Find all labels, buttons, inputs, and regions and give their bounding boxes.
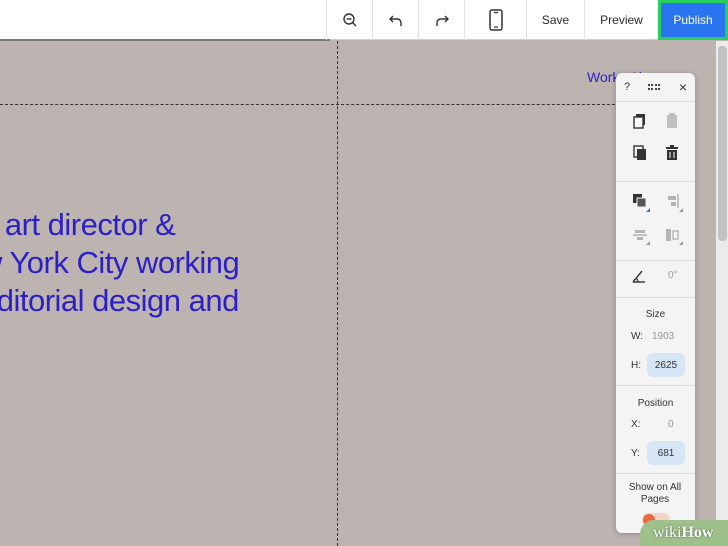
divider xyxy=(616,101,695,102)
y-field[interactable]: 681 xyxy=(647,441,685,465)
drag-handle-icon[interactable] xyxy=(648,84,661,90)
position-heading: Position xyxy=(637,398,674,409)
show-on-all-pages-label: Show on All Pages xyxy=(628,482,682,505)
size-heading: Size xyxy=(645,309,666,320)
divider xyxy=(616,473,695,474)
trash-icon[interactable] xyxy=(663,144,681,162)
divider xyxy=(616,297,695,298)
top-toolbar: Save Preview Publish xyxy=(0,0,728,41)
hero-text[interactable]: n art director & w York City working edi… xyxy=(0,206,280,320)
help-button[interactable]: ? xyxy=(624,81,630,93)
gridline-horizontal xyxy=(0,104,620,105)
publish-button[interactable]: Publish xyxy=(658,0,728,40)
divider xyxy=(616,260,695,261)
dropdown-corner xyxy=(646,208,650,212)
gridline-vertical xyxy=(337,41,338,546)
undo-button[interactable] xyxy=(372,0,418,40)
rotation-value[interactable]: 0° xyxy=(668,270,678,281)
hero-line: w York City working xyxy=(0,245,240,280)
dropdown-corner xyxy=(679,241,683,245)
zoom-out-button[interactable] xyxy=(326,0,372,40)
duplicate-icon[interactable] xyxy=(631,144,649,162)
redo-button[interactable] xyxy=(418,0,464,40)
y-label: Y: xyxy=(631,448,640,459)
editor-window: Save Preview Publish WorkAbout n art dir… xyxy=(0,0,728,546)
zoom-out-icon xyxy=(342,13,356,27)
x-label: X: xyxy=(631,419,641,430)
undo-icon xyxy=(388,15,402,26)
width-label: W: xyxy=(631,331,644,342)
scrollbar-thumb[interactable] xyxy=(718,46,727,241)
hero-line: editorial design and xyxy=(0,283,239,318)
save-button[interactable]: Save xyxy=(526,0,584,40)
mobile-view-button[interactable] xyxy=(464,0,526,40)
close-button[interactable]: × xyxy=(679,79,687,95)
mobile-icon xyxy=(488,9,503,31)
preview-button[interactable]: Preview xyxy=(584,0,658,40)
nav-link-work[interactable]: Work xyxy=(587,69,619,85)
copy-icon[interactable] xyxy=(631,112,649,130)
panel-header: ? × xyxy=(616,73,695,101)
redo-icon xyxy=(435,15,449,26)
paste-icon[interactable] xyxy=(663,112,681,130)
divider xyxy=(616,181,695,182)
height-field[interactable]: 2625 xyxy=(647,353,685,377)
wikihow-watermark: wikiHow xyxy=(653,524,714,541)
dropdown-corner xyxy=(646,241,650,245)
width-value[interactable]: 1903 xyxy=(652,331,674,342)
height-label: H: xyxy=(631,360,641,371)
dropdown-corner xyxy=(679,208,683,212)
hero-line: n art director & xyxy=(0,207,176,242)
divider xyxy=(616,385,695,386)
x-value[interactable]: 0 xyxy=(668,419,674,430)
rotate-icon[interactable] xyxy=(630,267,648,285)
